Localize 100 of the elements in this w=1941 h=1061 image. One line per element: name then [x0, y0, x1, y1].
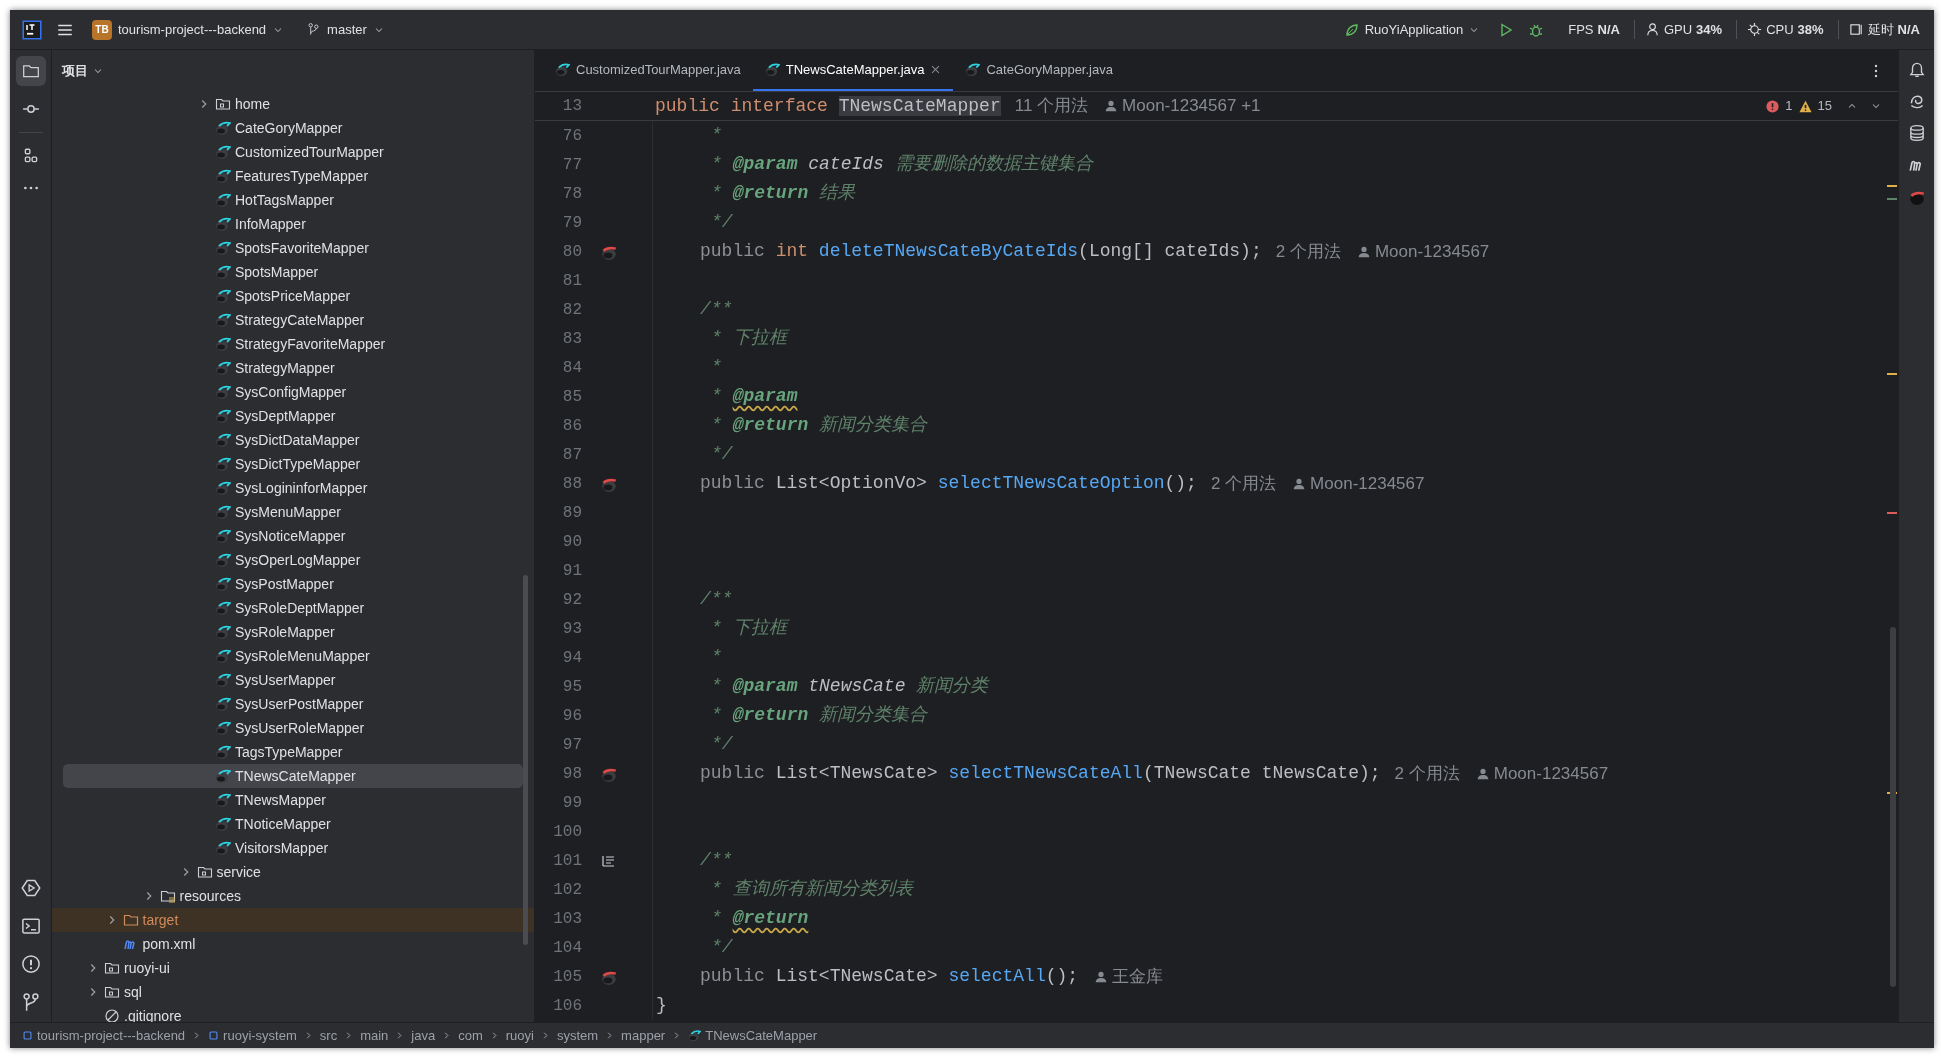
tree-item[interactable]: SysLogininforMapper	[52, 476, 534, 500]
line-number: 99	[561, 792, 582, 814]
tree-item[interactable]: target	[52, 908, 534, 932]
run-tool-icon[interactable]	[20, 878, 41, 898]
tree-item[interactable]: TNewsCateMapper	[63, 764, 523, 788]
line-number: 76	[561, 125, 582, 147]
database-icon[interactable]	[1907, 124, 1926, 142]
tree-item[interactable]: VisitorsMapper	[52, 836, 534, 860]
tree-item[interactable]: pom.xml	[52, 932, 534, 956]
bell-icon[interactable]	[1907, 60, 1926, 78]
project-view-selector[interactable]: 项目	[62, 61, 104, 81]
tree-item[interactable]: SysOperLogMapper	[52, 548, 534, 572]
breadcrumb[interactable]: mapper	[621, 1025, 666, 1046]
line-number: 85	[561, 386, 582, 408]
tree-item[interactable]: FeaturesTypeMapper	[52, 164, 534, 188]
project-switcher[interactable]: TB tourism-project---backend	[88, 15, 289, 44]
tree-item[interactable]: SysUserRoleMapper	[52, 716, 534, 740]
author-hint[interactable]: Moon-1234567	[1292, 470, 1425, 497]
tree-item[interactable]: SysUserPostMapper	[52, 692, 534, 716]
usages-hint[interactable]: 11 个用法	[1014, 93, 1089, 119]
bird-icon	[215, 552, 231, 568]
folder-icon	[122, 912, 139, 928]
breadcrumb[interactable]: java	[411, 1025, 436, 1046]
tree-item[interactable]: TNoticeMapper	[52, 812, 534, 836]
line-number: 88	[561, 473, 582, 495]
tree-item[interactable]: sql	[52, 980, 534, 1004]
tree-item[interactable]: SysRoleMenuMapper	[52, 644, 534, 668]
tree-item[interactable]: InfoMapper	[52, 212, 534, 236]
tree-item[interactable]: home	[52, 92, 534, 116]
git-branch-icon[interactable]	[20, 992, 41, 1012]
tree-item[interactable]: SysDictDataMapper	[52, 428, 534, 452]
breadcrumb[interactable]: src	[319, 1025, 338, 1046]
usages-hint[interactable]: 2 个用法	[1394, 760, 1460, 787]
tree-item[interactable]: ruoyi-ui	[52, 956, 534, 980]
code-line: /**	[700, 298, 733, 321]
tree-item[interactable]: resources	[52, 884, 534, 908]
line-number: 89	[561, 502, 582, 524]
problems-icon[interactable]	[20, 954, 41, 974]
breadcrumb[interactable]: tourism-project---backend	[22, 1025, 186, 1046]
bird-icon	[215, 744, 231, 760]
editor-tab[interactable]: CateGoryMapper.java	[953, 50, 1125, 91]
code-line: public List<TNewsCate> selectTNewsCateAll(TNewsCate tNewsCate);	[700, 762, 1381, 785]
code-line: */	[711, 733, 733, 756]
tree-item[interactable]: SpotsPriceMapper	[52, 284, 534, 308]
scrollbar-thumb[interactable]	[523, 575, 528, 945]
tree-item[interactable]: SpotsFavoriteMapper	[52, 236, 534, 260]
breadcrumb[interactable]: main	[360, 1025, 389, 1046]
close-icon[interactable]	[930, 64, 942, 75]
metric-value: 38%	[1797, 20, 1824, 39]
tree-item[interactable]: StrategyCateMapper	[52, 308, 534, 332]
ignore-file-icon	[104, 1008, 120, 1022]
editor-tab[interactable]: CustomizedTourMapper.java	[543, 50, 753, 91]
metric-value: N/A	[1597, 20, 1620, 39]
tree-item[interactable]: CateGoryMapper	[52, 116, 534, 140]
folder-icon	[104, 984, 120, 1000]
tree-item[interactable]: SysUserMapper	[52, 668, 534, 692]
tree-item[interactable]: TNewsMapper	[52, 788, 534, 812]
warning-count: 15	[1817, 97, 1832, 116]
tree-item[interactable]: CustomizedTourMapper	[52, 140, 534, 164]
code-line: * 查询所有新闻分类列表	[711, 878, 913, 901]
scrollbar-thumb[interactable]	[1890, 627, 1896, 987]
breadcrumb[interactable]: com	[458, 1025, 483, 1046]
line-number: 84	[561, 357, 582, 379]
usages-hint[interactable]: 2 个用法	[1210, 470, 1277, 497]
tree-item[interactable]: SysRoleDeptMapper	[52, 596, 534, 620]
tree-item[interactable]: SysDeptMapper	[52, 404, 534, 428]
code-line: public List<TNewsCate> selectAll();	[700, 965, 1079, 988]
tree-item[interactable]: SysConfigMapper	[52, 380, 534, 404]
author-hint[interactable]: Moon-1234567	[1475, 760, 1609, 787]
usages-hint[interactable]: 2 个用法	[1275, 238, 1341, 265]
breadcrumb[interactable]: TNewsCateMapper	[688, 1025, 818, 1046]
metric-label: FPS	[1568, 20, 1594, 39]
run-configuration-selector[interactable]: RuoYiApplication	[1339, 15, 1485, 44]
tree-item[interactable]: StrategyFavoriteMapper	[52, 332, 534, 356]
project-tool-button[interactable]	[15, 56, 46, 86]
breadcrumb[interactable]: system	[556, 1025, 599, 1046]
tree-item[interactable]: SysDictTypeMapper	[52, 452, 534, 476]
author-hint[interactable]: Moon-1234567 +1	[1104, 93, 1261, 119]
terminal-icon[interactable]	[20, 916, 41, 936]
editor-tab[interactable]: TNewsCateMapper.java	[752, 50, 954, 91]
tree-item[interactable]: SysRoleMapper	[52, 620, 534, 644]
tree-item[interactable]: SysMenuMapper	[52, 500, 534, 524]
code-line: */	[711, 443, 733, 466]
breadcrumb[interactable]: ruoyi	[505, 1025, 534, 1046]
author-hint[interactable]: Moon-1234567	[1356, 238, 1490, 265]
author-hint[interactable]: 王金库	[1094, 963, 1164, 990]
tree-item[interactable]: HotTagsMapper	[52, 188, 534, 212]
branch-switcher[interactable]: master	[302, 15, 389, 44]
run-icon[interactable]	[1498, 21, 1515, 38]
code-line: /**	[700, 588, 733, 611]
code-line: */	[711, 211, 733, 234]
tree-item[interactable]: TagsTypeMapper	[52, 740, 534, 764]
tree-item[interactable]: SysPostMapper	[52, 572, 534, 596]
tree-item[interactable]: SysNoticeMapper	[52, 524, 534, 548]
bird-icon	[215, 288, 231, 304]
tree-item[interactable]: SpotsMapper	[52, 260, 534, 284]
breadcrumb[interactable]: ruoyi-system	[208, 1025, 297, 1046]
tree-item[interactable]: service	[52, 860, 534, 884]
line-number: 79	[561, 212, 582, 234]
tree-item[interactable]: StrategyMapper	[52, 356, 534, 380]
